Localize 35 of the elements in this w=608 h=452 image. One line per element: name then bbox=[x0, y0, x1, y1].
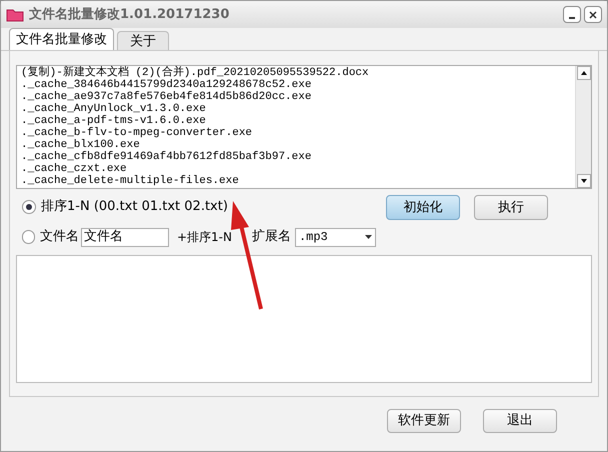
minimize-icon bbox=[569, 17, 575, 19]
tab[interactable]: 关于 bbox=[117, 31, 169, 50]
close-icon bbox=[589, 10, 597, 18]
radio-button[interactable] bbox=[22, 200, 36, 214]
minimize-button[interactable] bbox=[563, 6, 581, 23]
close-button[interactable] bbox=[584, 6, 602, 23]
dropdown-caret-icon bbox=[365, 235, 372, 239]
radio-button[interactable] bbox=[22, 230, 35, 244]
scroll-up-icon[interactable] bbox=[576, 66, 590, 80]
extension-label: 扩展名 bbox=[252, 228, 291, 246]
file-list-item[interactable]: ._cache_delete-multiple-files.exe bbox=[21, 175, 571, 187]
radio-label: 文件名 bbox=[40, 228, 79, 246]
footer-button[interactable]: 软件更新 bbox=[387, 409, 461, 433]
action-button[interactable]: 初始化 bbox=[386, 195, 460, 220]
footer-button[interactable]: 退出 bbox=[483, 409, 557, 433]
file-list[interactable] bbox=[16, 65, 592, 189]
window-title: 文件名批量修改1.01.20171230 bbox=[29, 6, 230, 24]
action-button[interactable]: 执行 bbox=[474, 195, 548, 220]
suffix-label: +排序1-N bbox=[176, 229, 232, 246]
file-list-item[interactable]: ._cache_blx100.exe bbox=[21, 139, 571, 151]
file-list-item[interactable]: (复制)-新建文本文档 (2)(合并).pdf_20210205095539522.docx bbox=[21, 67, 571, 79]
file-list-item[interactable]: ._cache_czxt.exe bbox=[21, 163, 571, 175]
file-list-item[interactable]: ._cache_a-pdf-tms-v1.6.0.exe bbox=[21, 115, 571, 127]
radio-label: 排序1-N (00.txt 01.txt 02.txt) bbox=[41, 198, 228, 216]
file-list-item[interactable]: ._cache_b-flv-to-mpeg-converter.exe bbox=[21, 127, 571, 139]
file-list-item[interactable]: ._cache_384646b4415799d2340a129248678c52.exe bbox=[21, 79, 571, 91]
file-list-item[interactable]: ._cache_cfb8dfe91469af4bb7612fd85baf3b97.exe bbox=[21, 151, 571, 163]
tab[interactable]: 文件名批量修改 bbox=[9, 28, 114, 50]
file-list-item[interactable]: ._cache_ae937c7a8fe576eb4fe814d5b86d20cc.exe bbox=[21, 91, 571, 103]
extension-dropdown[interactable]: .mp3 bbox=[294, 228, 376, 246]
scroll-down-icon[interactable] bbox=[576, 174, 590, 188]
file-list-item[interactable]: ._cache_AnyUnlock_v1.3.0.exe bbox=[21, 103, 571, 115]
scrollbar[interactable] bbox=[575, 66, 591, 188]
name-field[interactable]: 文件名 bbox=[80, 228, 169, 246]
folder-icon bbox=[6, 7, 24, 22]
